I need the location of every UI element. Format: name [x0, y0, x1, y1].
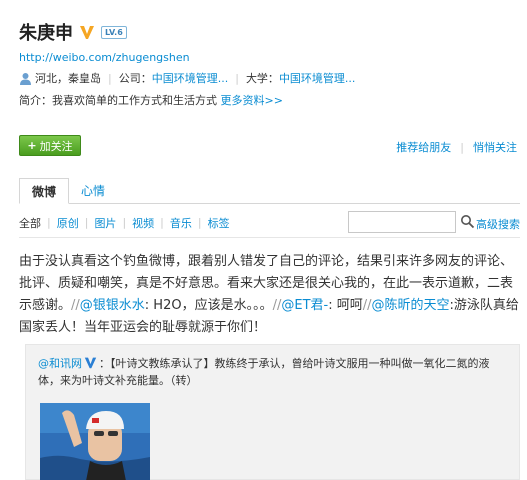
search-icon[interactable]: [460, 214, 475, 229]
school-label: 大学：: [245, 72, 279, 85]
quoted-body: ：【叶诗文教练承认了】教练终于承认，曾给叶诗文服用一种叫做一氧化二氮的液体，来为…: [38, 357, 490, 387]
verified-icon: [80, 26, 94, 39]
divider: |: [84, 216, 89, 229]
follow-button[interactable]: + 加关注: [19, 135, 81, 156]
bio-text: 我喜欢简单的工作方式和生活方式: [52, 94, 217, 107]
profile-info-row: 河北，秦皇岛 | 公司： 中国环境管理... | 大学： 中国环境管理...: [19, 70, 519, 86]
whisper-follow-link[interactable]: 悄悄关注: [473, 139, 517, 155]
divider: |: [235, 71, 239, 85]
divider: |: [122, 216, 127, 229]
divider: |: [47, 216, 51, 229]
filter-tags[interactable]: 标签: [208, 215, 230, 231]
level-badge[interactable]: LV.6: [101, 25, 127, 39]
profile-actions: 推荐给朋友 | 悄悄关注: [396, 139, 517, 155]
divider: |: [108, 71, 112, 85]
bio-row: 简介：我喜欢简单的工作方式和生活方式 更多资料>>: [19, 92, 519, 108]
plus-icon: +: [27, 139, 37, 152]
quoted-post: @和讯网 ：【叶诗文教练承认了】教练终于承认，曾给叶诗文服用一种叫做一氧化二氮的液…: [25, 344, 520, 480]
post-text: : H2O，应该是水。。。: [144, 298, 273, 313]
recommend-link[interactable]: 推荐给朋友: [396, 139, 451, 155]
tab-mood[interactable]: 心情: [69, 177, 117, 203]
profile-header: 朱庚申 LV.6 http://weibo.com/zhugengshen 河北…: [19, 18, 519, 108]
company-label: 公司：: [118, 72, 152, 85]
mention-link[interactable]: @ET君-: [281, 298, 328, 313]
divider: |: [460, 140, 464, 154]
filter-original[interactable]: 原创: [57, 215, 79, 231]
company-link[interactable]: 中国环境管理...: [152, 70, 229, 86]
swimmer-thumbnail[interactable]: [40, 403, 150, 480]
filter-all[interactable]: 全部: [19, 215, 41, 231]
quoted-author-link[interactable]: @和讯网: [38, 357, 82, 370]
filter-music[interactable]: 音乐: [170, 215, 192, 231]
repost-separator: //: [362, 298, 372, 313]
divider: |: [160, 216, 164, 229]
person-icon: [20, 72, 31, 85]
filter-images[interactable]: 图片: [94, 215, 116, 231]
quoted-text: @和讯网 ：【叶诗文教练承认了】教练终于承认，曾给叶诗文服用一种叫做一氧化二氮的液…: [38, 355, 508, 389]
weibo-post: 由于没认真看这个钓鱼微博，跟着别人错发了自己的评论，结果引来许多网友的评论、批评…: [19, 251, 520, 339]
profile-name[interactable]: 朱庚申: [19, 19, 73, 45]
post-text: : 呵呵: [328, 298, 363, 313]
location-text: 河北，秦皇岛: [35, 72, 101, 85]
follow-button-label: 加关注: [39, 139, 73, 153]
filter-bar: 全部 | 原创 | 图片 | 视频 | 音乐 | 标签 高级搜索: [19, 208, 520, 238]
filter-video[interactable]: 视频: [132, 215, 154, 231]
school-link[interactable]: 中国环境管理...: [279, 70, 356, 86]
tab-weibo[interactable]: 微博: [19, 178, 70, 204]
profile-url[interactable]: http://weibo.com/zhugengshen: [19, 51, 519, 64]
mention-link[interactable]: @银银水水: [80, 298, 145, 313]
more-info-link[interactable]: 更多资料>>: [221, 94, 283, 107]
advanced-search-link[interactable]: 高级搜索: [476, 216, 520, 232]
verified-icon: [84, 357, 97, 369]
divider: |: [197, 216, 202, 229]
search-input[interactable]: [348, 211, 456, 233]
mention-link[interactable]: @陈昕的天空: [372, 298, 450, 313]
feed-tabs: 微博 心情: [19, 178, 520, 204]
repost-separator: //: [71, 298, 80, 313]
bio-label: 简介：: [19, 94, 52, 107]
name-row: 朱庚申 LV.6: [19, 18, 519, 46]
